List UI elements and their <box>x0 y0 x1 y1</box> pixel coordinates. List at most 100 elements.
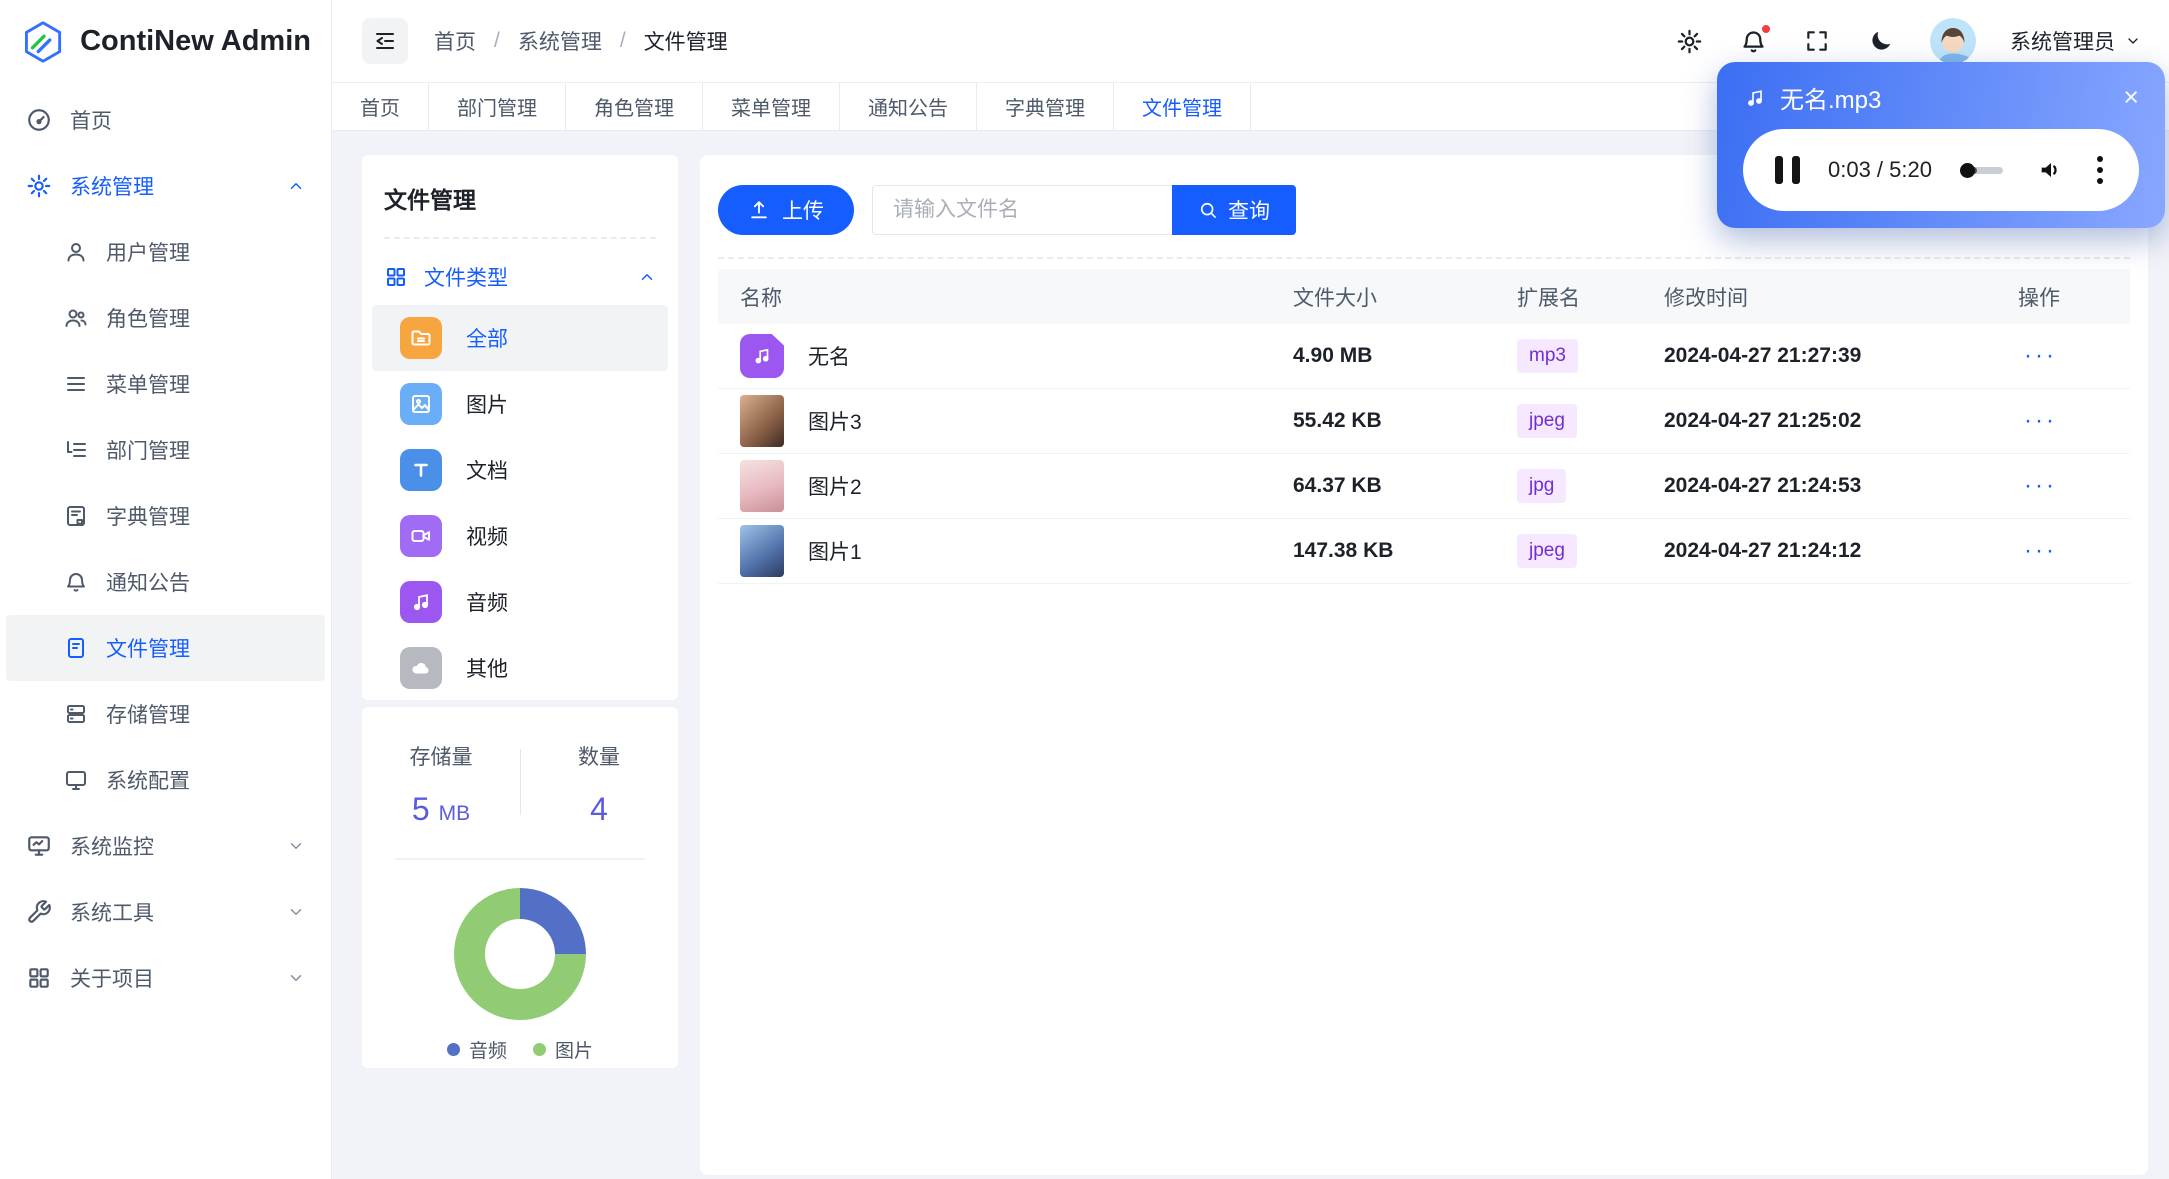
stat-storage-unit: MB <box>438 802 471 825</box>
dark-mode-button[interactable] <box>1866 26 1896 56</box>
file-modified-time: 2024-04-27 21:24:53 <box>1664 474 1862 497</box>
progress-knob[interactable] <box>1959 162 1975 178</box>
row-actions-button[interactable]: ··· <box>2018 342 2057 370</box>
sidebar-item-system-monitor[interactable]: 系统监控 <box>6 813 325 879</box>
file-ext-badge: mp3 <box>1517 339 1578 373</box>
sidebar-item-system-config[interactable]: 系统配置 <box>6 747 325 813</box>
file-name: 图片3 <box>808 411 862 434</box>
menu-fold-icon <box>376 33 394 49</box>
file-type-group-toggle[interactable]: 文件类型 <box>384 249 656 305</box>
file-type-label: 图片 <box>466 394 508 417</box>
sidebar-item-notice[interactable]: 通知公告 <box>6 549 325 615</box>
stat-count-label: 数量 <box>578 746 620 769</box>
file-type-all[interactable]: 全部 <box>372 305 668 371</box>
sidebar-item-file-management[interactable]: 文件管理 <box>6 615 325 681</box>
tab-dept[interactable]: 部门管理 <box>429 83 566 130</box>
tab-dict[interactable]: 字典管理 <box>977 83 1114 130</box>
document-file-icon <box>400 449 442 491</box>
sidebar-item-label: 首页 <box>70 110 112 133</box>
sidebar-item-storage-management[interactable]: 存储管理 <box>6 681 325 747</box>
chevron-down-icon <box>290 909 302 915</box>
legend-item-audio[interactable]: 音频 <box>446 1036 507 1063</box>
tab-file-management[interactable]: 文件管理 <box>1114 83 1251 130</box>
stat-storage-value: 5 <box>411 791 430 827</box>
user-name: 系统管理员 <box>2010 31 2115 54</box>
cloud-file-icon <box>400 647 442 689</box>
chevron-up-icon <box>641 274 653 280</box>
divider <box>718 257 2130 259</box>
sidebar-item-dict-management[interactable]: 字典管理 <box>6 483 325 549</box>
music-file-icon <box>740 334 784 378</box>
chevron-down-icon <box>2128 38 2138 44</box>
users-icon <box>65 309 87 327</box>
column-header-time: 修改时间 <box>1664 286 1748 310</box>
sidebar-item-menu-management[interactable]: 菜单管理 <box>6 351 325 417</box>
moon-icon <box>1872 31 1891 50</box>
tab-label: 首页 <box>360 98 400 120</box>
tab-label: 字典管理 <box>1005 98 1085 120</box>
app-title: ContiNew Admin <box>80 25 311 57</box>
volume-button[interactable] <box>2037 156 2065 184</box>
sidebar-item-label: 角色管理 <box>106 308 190 331</box>
column-header-ext: 扩展名 <box>1517 286 1580 310</box>
file-size: 64.37 KB <box>1293 474 1382 497</box>
tab-label: 角色管理 <box>594 98 674 120</box>
file-type-other[interactable]: 其他 <box>372 635 668 701</box>
sidebar-item-label: 系统监控 <box>70 836 154 859</box>
legend-item-image[interactable]: 图片 <box>533 1036 593 1063</box>
tree-list-icon <box>67 441 86 457</box>
divider <box>384 237 656 239</box>
fullscreen-button[interactable] <box>1802 26 1832 56</box>
file-type-image[interactable]: 图片 <box>372 371 668 437</box>
file-name: 图片2 <box>808 476 862 499</box>
table-header: 名称 文件大小 扩展名 修改时间 操作 <box>718 269 2130 324</box>
tab-role[interactable]: 角色管理 <box>566 83 703 130</box>
breadcrumb-item-system[interactable]: 系统管理 <box>518 26 602 56</box>
sidebar-item-dept-management[interactable]: 部门管理 <box>6 417 325 483</box>
upload-button[interactable]: 上传 <box>718 185 854 235</box>
sidebar-collapse-button[interactable] <box>362 18 408 64</box>
speaker-icon <box>2041 163 2057 177</box>
sidebar-item-home[interactable]: 首页 <box>6 87 325 153</box>
file-type-audio[interactable]: 音频 <box>372 569 668 635</box>
tab-notice[interactable]: 通知公告 <box>840 83 977 130</box>
close-icon[interactable]: × <box>2123 84 2139 111</box>
file-type-group-label: 文件类型 <box>424 267 508 290</box>
file-table: 名称 文件大小 扩展名 修改时间 操作 无名 4.90 MB mp3 2024-… <box>718 269 2130 584</box>
sidebar-item-system-management[interactable]: 系统管理 <box>6 153 325 219</box>
user-menu[interactable]: 系统管理员 <box>2010 26 2141 56</box>
file-type-video[interactable]: 视频 <box>372 503 668 569</box>
user-avatar[interactable] <box>1930 18 1976 64</box>
pause-button[interactable] <box>1775 156 1800 184</box>
chevron-up-icon <box>290 183 302 189</box>
file-type-document[interactable]: 文档 <box>372 437 668 503</box>
music-note-icon <box>1748 89 1762 106</box>
wrench-icon <box>28 900 51 923</box>
player-menu-button[interactable] <box>2093 152 2107 188</box>
breadcrumb-item-home[interactable]: 首页 <box>434 26 476 56</box>
progress-bar[interactable] <box>1959 162 2003 178</box>
search-input[interactable] <box>872 185 1172 235</box>
notifications-button[interactable] <box>1738 23 1772 56</box>
row-actions-button[interactable]: ··· <box>2018 472 2057 500</box>
file-type-panel: 文件管理 文件类型 全部 图片 文档 视频 音频 其他 <box>362 155 678 700</box>
sidebar-item-role-management[interactable]: 角色管理 <box>6 285 325 351</box>
monitor-icon <box>66 771 86 790</box>
app-logo: ContiNew Admin <box>0 0 331 83</box>
avatar-image <box>1930 18 1976 64</box>
sidebar-item-about-project[interactable]: 关于项目 <box>6 945 325 1011</box>
sidebar-item-system-tools[interactable]: 系统工具 <box>6 879 325 945</box>
file-type-label: 其他 <box>466 658 508 681</box>
tab-menu[interactable]: 菜单管理 <box>703 83 840 130</box>
file-size: 55.42 KB <box>1293 409 1382 432</box>
file-name-cell: 图片1 <box>718 525 1293 577</box>
search-button[interactable]: 查询 <box>1172 185 1296 235</box>
sidebar-item-user-management[interactable]: 用户管理 <box>6 219 325 285</box>
row-actions-button[interactable]: ··· <box>2018 407 2057 435</box>
settings-button[interactable] <box>1674 26 1704 56</box>
row-actions-button[interactable]: ··· <box>2018 537 2057 565</box>
tab-label: 菜单管理 <box>731 98 811 120</box>
file-name: 图片1 <box>808 541 862 564</box>
tab-home[interactable]: 首页 <box>332 83 429 130</box>
file-name: 无名 <box>808 346 850 369</box>
